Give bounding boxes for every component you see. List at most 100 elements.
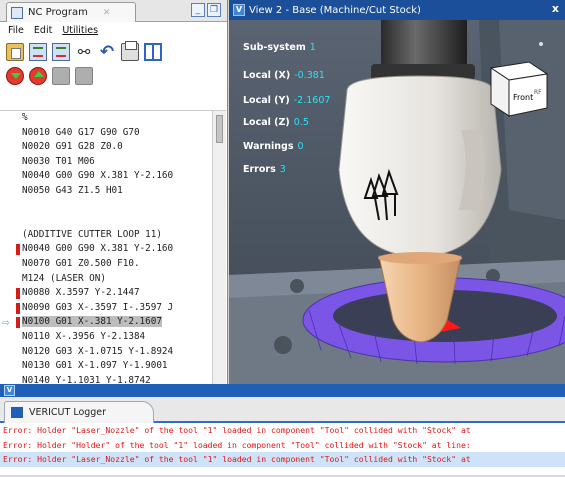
code-line[interactable]: % xyxy=(0,111,212,126)
log-line[interactable]: Error: Holder "Laser_Nozzle" of the tool… xyxy=(0,423,565,438)
run-down-icon[interactable] xyxy=(6,67,24,85)
nc-program-pane: NC Program ✕ _ ❐ File Edit Utilities ⚯ ↶ xyxy=(0,0,228,384)
info-local-z: Local (Z) 0.5 xyxy=(243,117,309,128)
view-title: View 2 - Base (Machine/Cut Stock) xyxy=(249,4,421,16)
close-view-button[interactable]: x xyxy=(552,2,559,15)
code-line-text: N0070 G01 Z0.500 F10. xyxy=(22,257,140,269)
menu-bar: File Edit Utilities xyxy=(0,22,227,40)
code-line-text: N0040 G00 G90 X.381 Y-2.160 xyxy=(22,243,174,255)
nc-code-lines: % N0010 G40 G17 G90 G70 N0020 G91 G28 Z0.0… xyxy=(0,111,212,384)
code-line-text: N0110 X-.3956 Y-2.1384 xyxy=(22,330,146,342)
collision-marker xyxy=(16,244,20,256)
view-cube-front: Front xyxy=(513,93,533,102)
code-line[interactable]: N0070 G01 Z0.500 F10. xyxy=(0,257,212,272)
view-title-bar: V View 2 - Base (Machine/Cut Stock) x xyxy=(229,0,565,20)
vericut-icon: V xyxy=(4,385,15,396)
disabled-stop-icon xyxy=(75,67,93,85)
code-line-text: N0030 T01 M06 xyxy=(22,155,95,167)
undo-icon[interactable]: ↶ xyxy=(98,43,116,61)
code-line[interactable]: M124 (LASER ON) xyxy=(0,272,212,287)
spindle-top xyxy=(381,20,467,64)
view-cube-side: RF xyxy=(534,89,542,96)
scrollbar-thumb[interactable] xyxy=(216,115,223,143)
code-line-text: N0100 G01 X-.381 Y-2.1607 xyxy=(22,316,162,328)
code-line-text: % xyxy=(22,112,28,123)
collision-marker xyxy=(16,317,20,329)
nc-program-header: NC Program ✕ _ ❐ xyxy=(0,0,227,22)
tab-nc-program-label: NC Program xyxy=(28,7,88,18)
close-icon[interactable]: ✕ xyxy=(103,8,111,18)
tab-nc-program[interactable]: NC Program ✕ xyxy=(6,2,136,22)
info-warnings: Warnings 0 xyxy=(243,141,304,152)
code-line[interactable]: N0040 G00 G90 X.381 Y-2.160 xyxy=(0,242,212,257)
log-line[interactable]: Error: Holder "Holder" of the tool "1" l… xyxy=(0,438,565,453)
code-line-text: (ADDITIVE CUTTER LOOP 11) xyxy=(22,228,162,240)
code-line[interactable]: N0110 X-.3956 Y-2.1384 xyxy=(0,330,212,345)
code-line-text: N0140 Y-1.1031 Y-1.8742 xyxy=(22,374,151,384)
disabled-tool-icon xyxy=(52,67,70,85)
collision-marker xyxy=(16,288,20,300)
app-window: NC Program ✕ _ ❐ File Edit Utilities ⚯ ↶ xyxy=(0,0,565,477)
code-line[interactable]: N0040 G00 G90 X.381 Y-2.160 xyxy=(0,169,212,184)
view-pane[interactable]: V View 2 - Base (Machine/Cut Stock) x Fr… xyxy=(229,0,565,384)
current-line-arrow-icon: ⇨ xyxy=(2,315,10,330)
table-edit-icon[interactable] xyxy=(52,43,70,61)
code-line-text: N0050 G43 Z1.5 H01 xyxy=(22,184,123,196)
nc-code-editor[interactable]: % N0010 G40 G17 G90 G70 N0020 G91 G28 Z0.0… xyxy=(0,110,226,384)
info-errors: Errors 3 xyxy=(243,164,286,175)
toolbar-row-1: ⚯ ↶ xyxy=(0,40,227,64)
machine-column-face xyxy=(499,20,565,220)
code-line[interactable]: ⇨ N0100 G01 X-.381 Y-2.1607 xyxy=(0,315,212,330)
code-line[interactable] xyxy=(0,199,212,214)
logger-lines[interactable]: Error: Holder "Laser_Nozzle" of the tool… xyxy=(0,423,565,475)
table-bolt xyxy=(290,279,304,293)
tab-vericut-logger[interactable]: VERICUT Logger xyxy=(4,401,154,423)
vertical-scrollbar[interactable] xyxy=(212,111,226,384)
code-line[interactable] xyxy=(0,213,212,228)
laser-nozzle-rim xyxy=(378,252,462,264)
info-local-y: Local (Y) -2.1607 xyxy=(243,95,331,106)
info-local-x: Local (X) -0.381 xyxy=(243,70,325,81)
minimize-icon[interactable]: _ xyxy=(191,3,205,17)
table-bolt xyxy=(274,336,292,354)
logger-tab-bar: VERICUT Logger xyxy=(0,397,565,423)
info-sub-system: Sub-system 1 xyxy=(243,42,316,53)
code-line[interactable]: N0140 Y-1.1031 Y-1.8742 xyxy=(0,374,212,384)
toolbar-row-2 xyxy=(0,64,227,88)
binoculars-icon[interactable]: ⚯ xyxy=(75,43,93,61)
step-up-icon[interactable] xyxy=(29,67,47,85)
menu-file[interactable]: File xyxy=(8,25,24,40)
code-line-text: N0040 G00 G90 X.381 Y-2.160 xyxy=(22,170,174,182)
code-line[interactable]: N0090 G03 X-.3597 I-.3597 J xyxy=(0,301,212,316)
code-line-text: N0080 X.3597 Y-2.1447 xyxy=(22,287,140,299)
logger-title-strip: V xyxy=(0,384,565,397)
code-line[interactable]: N0010 G40 G17 G90 G70 xyxy=(0,126,212,141)
code-line[interactable]: N0020 G91 G28 Z0.0 xyxy=(0,140,212,155)
code-line[interactable]: N0030 T01 M06 xyxy=(0,155,212,170)
code-line[interactable]: N0130 G01 X-1.097 Y-1.9001 xyxy=(0,359,212,374)
log-line[interactable]: Error: Holder "Laser_Nozzle" of the tool… xyxy=(0,452,565,467)
nc-program-icon xyxy=(11,6,23,19)
print-icon[interactable] xyxy=(121,41,139,61)
collision-marker xyxy=(16,302,20,314)
menu-edit[interactable]: Edit xyxy=(34,25,52,40)
grid-report-icon[interactable] xyxy=(29,43,47,61)
split-view-icon[interactable] xyxy=(144,43,162,61)
code-line-text: M124 (LASER ON) xyxy=(22,272,106,284)
tab-vericut-logger-label: VERICUT Logger xyxy=(29,407,107,418)
code-line[interactable]: N0120 G03 X-1.0715 Y-1.8924 xyxy=(0,345,212,360)
code-line-text: N0120 G03 X-1.0715 Y-1.8924 xyxy=(22,345,174,357)
code-line-text: N0090 G03 X-.3597 I-.3597 J xyxy=(22,301,174,313)
code-line[interactable]: (ADDITIVE CUTTER LOOP 11) xyxy=(0,228,212,243)
vericut-icon: V xyxy=(233,4,245,16)
open-clipboard-icon[interactable] xyxy=(6,43,24,61)
code-line-text: N0010 G40 G17 G90 G70 xyxy=(22,126,140,138)
code-line-text: N0130 G01 X-1.097 Y-1.9001 xyxy=(22,360,168,372)
code-line[interactable]: N0050 G43 Z1.5 H01 xyxy=(0,184,212,199)
menu-utilities[interactable]: Utilities xyxy=(62,25,98,40)
logger-icon xyxy=(11,407,23,418)
code-line-text: N0020 G91 G28 Z0.0 xyxy=(22,141,123,153)
code-line[interactable]: N0080 X.3597 Y-2.1447 xyxy=(0,286,212,301)
restore-icon[interactable]: ❐ xyxy=(207,3,221,17)
window-controls: _ ❐ xyxy=(191,3,221,17)
